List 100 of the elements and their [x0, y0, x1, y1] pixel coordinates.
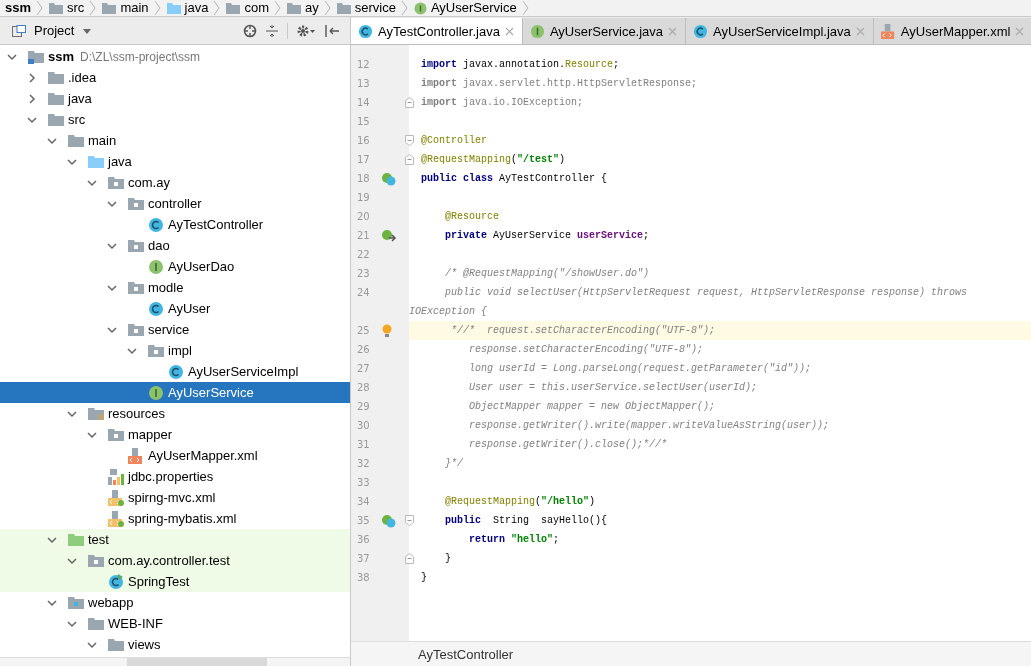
breadcrumb-item[interactable]: ay — [284, 0, 322, 16]
tree-row[interactable]: WEB-INF — [0, 613, 350, 634]
code-line: response.setCharacterEncoding("UTF-8"); — [468, 344, 704, 355]
panel-title[interactable]: Project — [34, 23, 75, 38]
line-number: 27 — [356, 362, 371, 376]
tree-row[interactable]: main — [0, 130, 350, 151]
xml-file-icon — [108, 510, 124, 527]
chevron-icon — [323, 0, 332, 16]
chevron-right-icon[interactable] — [26, 71, 38, 84]
folder-icon — [68, 133, 84, 148]
tree-row[interactable]: java — [0, 88, 350, 109]
breadcrumb-item[interactable]: service — [333, 0, 399, 16]
code-line: @RequestMapping("/hello") — [444, 496, 596, 507]
code-line: import javax.annotation.Resource; — [420, 59, 620, 70]
line-number: 37 — [356, 552, 371, 566]
tree-row[interactable]: service — [0, 319, 350, 340]
tree-label: modle — [148, 280, 184, 295]
line-number: 25 — [356, 324, 371, 338]
line-number: 32 — [356, 457, 371, 471]
tree-row[interactable]: webapp — [0, 592, 350, 613]
tree-row[interactable]: impl — [0, 340, 350, 361]
tree-row[interactable]: com.ay — [0, 172, 350, 193]
tree-row[interactable]: views — [0, 634, 350, 655]
editor-tab[interactable]: AyTestController.java — [351, 18, 523, 44]
tree-row[interactable]: AyUser — [0, 298, 350, 319]
tree-label: spirng-mvc.xml — [128, 490, 216, 505]
tree-row[interactable]: com.ay.controller.test — [0, 550, 350, 571]
code-line: response.getWriter().write(mapper.writeValueAsString(user)); — [468, 420, 830, 431]
editor-tab[interactable]: AyUserService.java — [522, 18, 687, 44]
folder-icon — [108, 175, 124, 190]
lightbulb-icon[interactable] — [381, 323, 393, 338]
editor-breadcrumb[interactable]: AyTestController — [418, 646, 514, 662]
folder-icon — [88, 616, 104, 631]
tree-label: jdbc.properties — [128, 469, 214, 484]
tree-row[interactable]: resources — [0, 403, 350, 424]
tree-row[interactable]: AyUserMapper.xml — [0, 445, 350, 466]
tree-row[interactable]: spring-mybatis.xml — [0, 508, 350, 529]
breadcrumb-item[interactable]: AyUserService — [410, 0, 520, 16]
tree-label: webapp — [88, 595, 134, 610]
tree-label: service — [148, 322, 190, 337]
tree-label: .idea — [68, 70, 97, 85]
collapse-icon[interactable] — [265, 23, 279, 38]
tree-row[interactable]: modle — [0, 277, 350, 298]
tree-row[interactable]: AyTestController — [0, 214, 350, 235]
hide-icon[interactable] — [324, 23, 340, 38]
xml-file-icon — [128, 447, 144, 464]
line-number: 29 — [356, 400, 371, 414]
tree-row[interactable]: controller — [0, 193, 350, 214]
tree-row[interactable]: dao — [0, 235, 350, 256]
breadcrumb-item[interactable]: main — [99, 0, 152, 16]
scrollbar-thumb[interactable] — [127, 658, 267, 666]
editor-tab[interactable]: AyUserServiceImpl.java — [686, 18, 874, 44]
settings-icon[interactable] — [296, 23, 316, 38]
tree-row[interactable]: spirng-mvc.xml — [0, 487, 350, 508]
tree-row[interactable]: AyUserService — [0, 382, 350, 403]
tree-label: AyUserService — [168, 385, 254, 400]
tree-row[interactable]: AyUserDao — [0, 256, 350, 277]
tree-row[interactable]: mapper — [0, 424, 350, 445]
fold-end-icon[interactable] — [405, 97, 414, 108]
fold-start-icon[interactable] — [405, 515, 414, 526]
code-line: private AyUserService userService; — [444, 230, 650, 241]
code-line: public String sayHello(){ — [444, 515, 608, 526]
locate-icon[interactable] — [243, 23, 257, 38]
bean-icon[interactable] — [381, 228, 397, 243]
tree-label: AyUser — [168, 301, 211, 316]
folder-icon — [226, 2, 241, 14]
fold-end-icon[interactable] — [405, 553, 414, 564]
breadcrumb-item[interactable]: ssm — [2, 0, 35, 16]
xml-file-icon — [880, 23, 896, 39]
breadcrumb-item[interactable]: com — [223, 0, 272, 16]
tree-row[interactable]: AyUserServiceImpl — [0, 361, 350, 382]
dropdown-icon[interactable] — [82, 26, 93, 35]
line-number: 24 — [356, 286, 371, 300]
tree-row[interactable]: SpringTest — [0, 571, 350, 592]
line-number: 35 — [356, 514, 371, 528]
line-number: 12 — [356, 58, 371, 72]
chevron-icon — [274, 0, 282, 16]
tree-label: AyUserMapper.xml — [148, 448, 258, 463]
tree-row[interactable]: ssm D:\ZL\ssm-project\ssm — [0, 46, 350, 67]
tree-row[interactable]: src — [0, 109, 350, 130]
folder-icon — [88, 406, 104, 421]
breadcrumb-item[interactable]: src — [46, 0, 88, 16]
code-line: import java.io.IOException; — [420, 97, 584, 108]
folder-icon — [48, 112, 64, 127]
fold-end-icon[interactable] — [405, 154, 414, 165]
fold-start-icon[interactable] — [405, 135, 414, 146]
breadcrumb-item[interactable]: java — [163, 0, 212, 16]
folder-icon — [88, 553, 104, 568]
line-number: 15 — [356, 115, 371, 129]
editor-tab[interactable]: AyUserMapper.xml — [873, 18, 1031, 44]
tree-row[interactable]: test — [0, 529, 350, 550]
tree-row[interactable]: .idea — [0, 67, 350, 88]
code-line: /* @RequestMapping("/showUser.do") — [444, 268, 650, 279]
tree-label: impl — [168, 343, 192, 358]
chevron-right-icon[interactable] — [26, 92, 38, 105]
line-number: 23 — [356, 267, 371, 281]
line-number: 21 — [356, 229, 371, 243]
line-number: 36 — [356, 533, 371, 547]
tree-row[interactable]: java — [0, 151, 350, 172]
tree-row[interactable]: jdbc.properties — [0, 466, 350, 487]
